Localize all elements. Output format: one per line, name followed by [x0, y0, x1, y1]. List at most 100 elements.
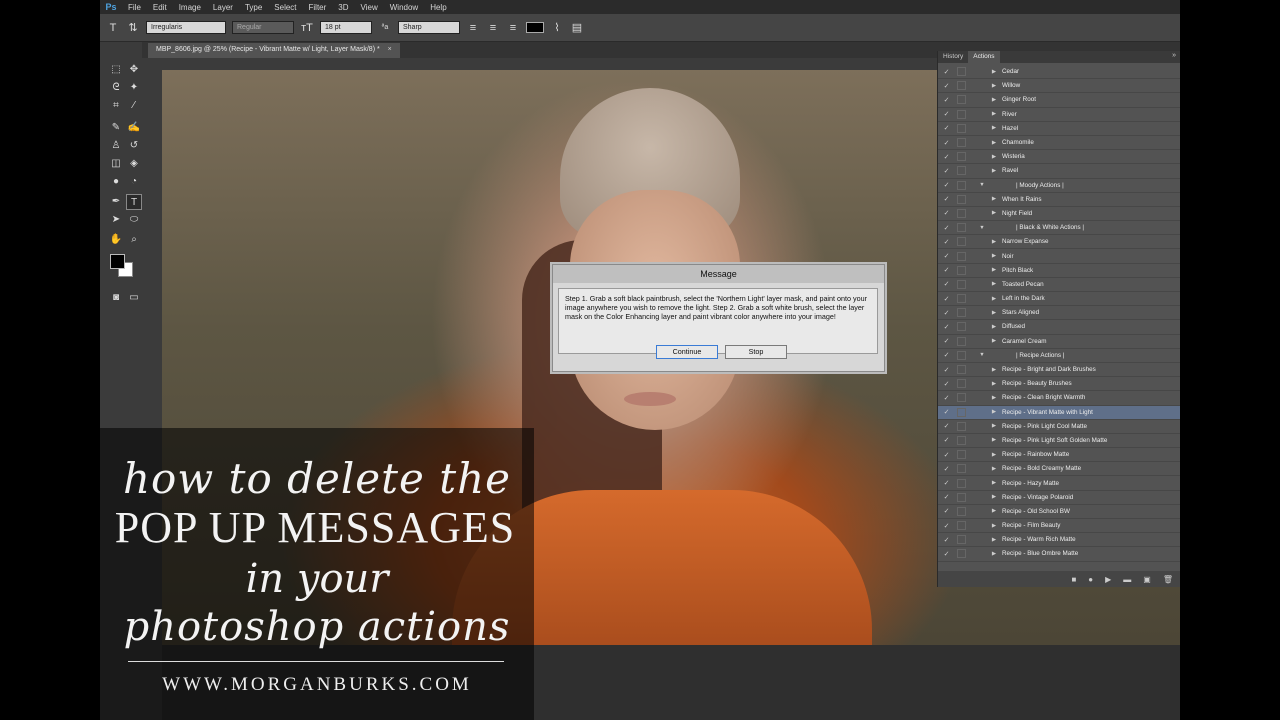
check-icon[interactable]: ✓: [942, 224, 951, 232]
action-row[interactable]: ✓ ▶ Left in the Dark: [938, 292, 1180, 307]
check-icon[interactable]: ✓: [942, 436, 951, 444]
dialog-toggle-icon[interactable]: [957, 194, 966, 204]
chevron-right-icon[interactable]: ▶: [988, 97, 1000, 103]
action-row[interactable]: ✓ ▶ River: [938, 108, 1180, 122]
play-icon[interactable]: ▶: [1105, 575, 1111, 584]
chevron-right-icon[interactable]: ▶: [988, 210, 1000, 216]
close-icon[interactable]: ×: [388, 46, 392, 53]
check-icon[interactable]: ✓: [942, 351, 951, 359]
blur-tool-icon[interactable]: ●: [108, 174, 124, 190]
foreground-color-swatch[interactable]: [110, 254, 125, 269]
chevron-right-icon[interactable]: ▶: [988, 423, 1000, 429]
toggle-orientation-icon[interactable]: ⇅: [126, 21, 140, 34]
check-icon[interactable]: ✓: [942, 209, 951, 217]
chevron-right-icon[interactable]: ▶: [988, 452, 1000, 458]
healing-brush-icon[interactable]: ✎: [108, 120, 124, 136]
tab-history[interactable]: History: [938, 51, 968, 63]
check-icon[interactable]: ✓: [942, 167, 951, 175]
paint-bucket-icon[interactable]: ◈: [126, 156, 142, 172]
check-icon[interactable]: ✓: [942, 280, 951, 288]
action-row[interactable]: ✓ ▶ Diffused: [938, 320, 1180, 335]
action-row[interactable]: ✓ ▶ Noir: [938, 249, 1180, 264]
continue-button[interactable]: Continue: [656, 345, 718, 359]
action-row[interactable]: ✓ ▶ Ginger Root: [938, 93, 1180, 108]
menu-type[interactable]: Type: [239, 3, 268, 12]
chevron-right-icon[interactable]: ▶: [988, 551, 1000, 557]
path-select-icon[interactable]: ➤: [108, 212, 124, 228]
check-icon[interactable]: ✓: [942, 195, 951, 203]
dialog-toggle-icon[interactable]: [957, 265, 966, 275]
chevron-right-icon[interactable]: ▶: [988, 409, 1000, 415]
crop-tool-icon[interactable]: ⌗: [108, 98, 124, 114]
check-icon[interactable]: ✓: [942, 422, 951, 430]
dialog-toggle-icon[interactable]: [957, 251, 966, 261]
check-icon[interactable]: ✓: [942, 139, 951, 147]
chevron-right-icon[interactable]: ▶: [988, 537, 1000, 543]
chevron-right-icon[interactable]: ▶: [988, 367, 1000, 373]
antialias-select[interactable]: Sharp: [398, 21, 460, 34]
chevron-right-icon[interactable]: ▶: [988, 83, 1000, 89]
dialog-toggle-icon[interactable]: [957, 279, 966, 289]
font-family-select[interactable]: Irregularis: [146, 21, 226, 34]
action-row[interactable]: ✓ ▶ Recipe - Vibrant Matte with Light: [938, 405, 1180, 420]
check-icon[interactable]: ✓: [942, 479, 951, 487]
chevron-right-icon[interactable]: ▶: [988, 437, 1000, 443]
menu-select[interactable]: Select: [268, 3, 302, 12]
action-row[interactable]: ✓ ▶ Recipe - Bold Creamy Matte: [938, 462, 1180, 477]
check-icon[interactable]: ✓: [942, 493, 951, 501]
menu-3d[interactable]: 3D: [332, 3, 354, 12]
chevron-right-icon[interactable]: ▶: [988, 395, 1000, 401]
dialog-toggle-icon[interactable]: [957, 535, 966, 545]
action-row[interactable]: ✓ ▶ Cedar: [938, 65, 1180, 80]
action-set-row[interactable]: ✓ ▼ | Black & White Actions |: [938, 221, 1180, 236]
dodge-tool-icon[interactable]: ◔: [126, 174, 142, 190]
dialog-toggle-icon[interactable]: [957, 379, 966, 389]
action-row[interactable]: ✓ ▶ Willow: [938, 79, 1180, 94]
action-row[interactable]: ✓ ▶ Recipe - Blue Ombre Matte: [938, 547, 1180, 562]
dialog-toggle-icon[interactable]: [957, 393, 966, 403]
dialog-toggle-icon[interactable]: [957, 152, 966, 162]
chevron-right-icon[interactable]: ▶: [988, 154, 1000, 160]
dialog-toggle-icon[interactable]: [957, 308, 966, 318]
hand-tool-icon[interactable]: ✋: [108, 232, 124, 248]
check-icon[interactable]: ✓: [942, 507, 951, 515]
dialog-toggle-icon[interactable]: [957, 138, 966, 148]
clone-stamp-icon[interactable]: ♙: [108, 138, 124, 154]
check-icon[interactable]: ✓: [942, 96, 951, 104]
dialog-toggle-icon[interactable]: [957, 506, 966, 516]
stop-button[interactable]: Stop: [725, 345, 787, 359]
chevron-right-icon[interactable]: ▶: [988, 324, 1000, 330]
action-row[interactable]: ✓ ▶ Night Field: [938, 207, 1180, 222]
chevron-right-icon[interactable]: ▶: [988, 267, 1000, 273]
chevron-right-icon[interactable]: ▶: [988, 253, 1000, 259]
chevron-right-icon[interactable]: ▶: [988, 381, 1000, 387]
action-row[interactable]: ✓ ▶ Recipe - Clean Bright Warmth: [938, 391, 1180, 406]
chevron-down-icon[interactable]: ▼: [976, 352, 988, 358]
check-icon[interactable]: ✓: [942, 181, 951, 189]
dialog-toggle-icon[interactable]: [957, 208, 966, 218]
check-icon[interactable]: ✓: [942, 536, 951, 544]
panel-collapse-icon[interactable]: »: [1172, 52, 1176, 59]
chevron-right-icon[interactable]: ▶: [988, 239, 1000, 245]
dialog-toggle-icon[interactable]: [957, 237, 966, 247]
chevron-right-icon[interactable]: ▶: [988, 508, 1000, 514]
stop-recording-icon[interactable]: ■: [1071, 575, 1076, 584]
check-icon[interactable]: ✓: [942, 82, 951, 90]
lasso-tool-icon[interactable]: ᘓ: [108, 80, 124, 96]
chevron-right-icon[interactable]: ▶: [988, 140, 1000, 146]
dialog-toggle-icon[interactable]: [957, 464, 966, 474]
type-tool-icon[interactable]: T: [106, 22, 120, 34]
action-row[interactable]: ✓ ▶ Wisteria: [938, 150, 1180, 165]
ellipse-tool-icon[interactable]: ⬭: [126, 212, 142, 228]
menu-filter[interactable]: Filter: [303, 3, 333, 12]
dialog-toggle-icon[interactable]: [957, 81, 966, 91]
check-icon[interactable]: ✓: [942, 394, 951, 402]
dialog-toggle-icon[interactable]: [957, 478, 966, 488]
new-action-icon[interactable]: ▣: [1143, 575, 1151, 584]
check-icon[interactable]: ✓: [942, 252, 951, 260]
action-row[interactable]: ✓ ▶ Stars Aligned: [938, 306, 1180, 321]
move-tool-icon[interactable]: ✥: [126, 62, 142, 78]
menu-view[interactable]: View: [355, 3, 384, 12]
dialog-toggle-icon[interactable]: [957, 322, 966, 332]
eyedropper-icon[interactable]: ⁄: [126, 98, 142, 114]
